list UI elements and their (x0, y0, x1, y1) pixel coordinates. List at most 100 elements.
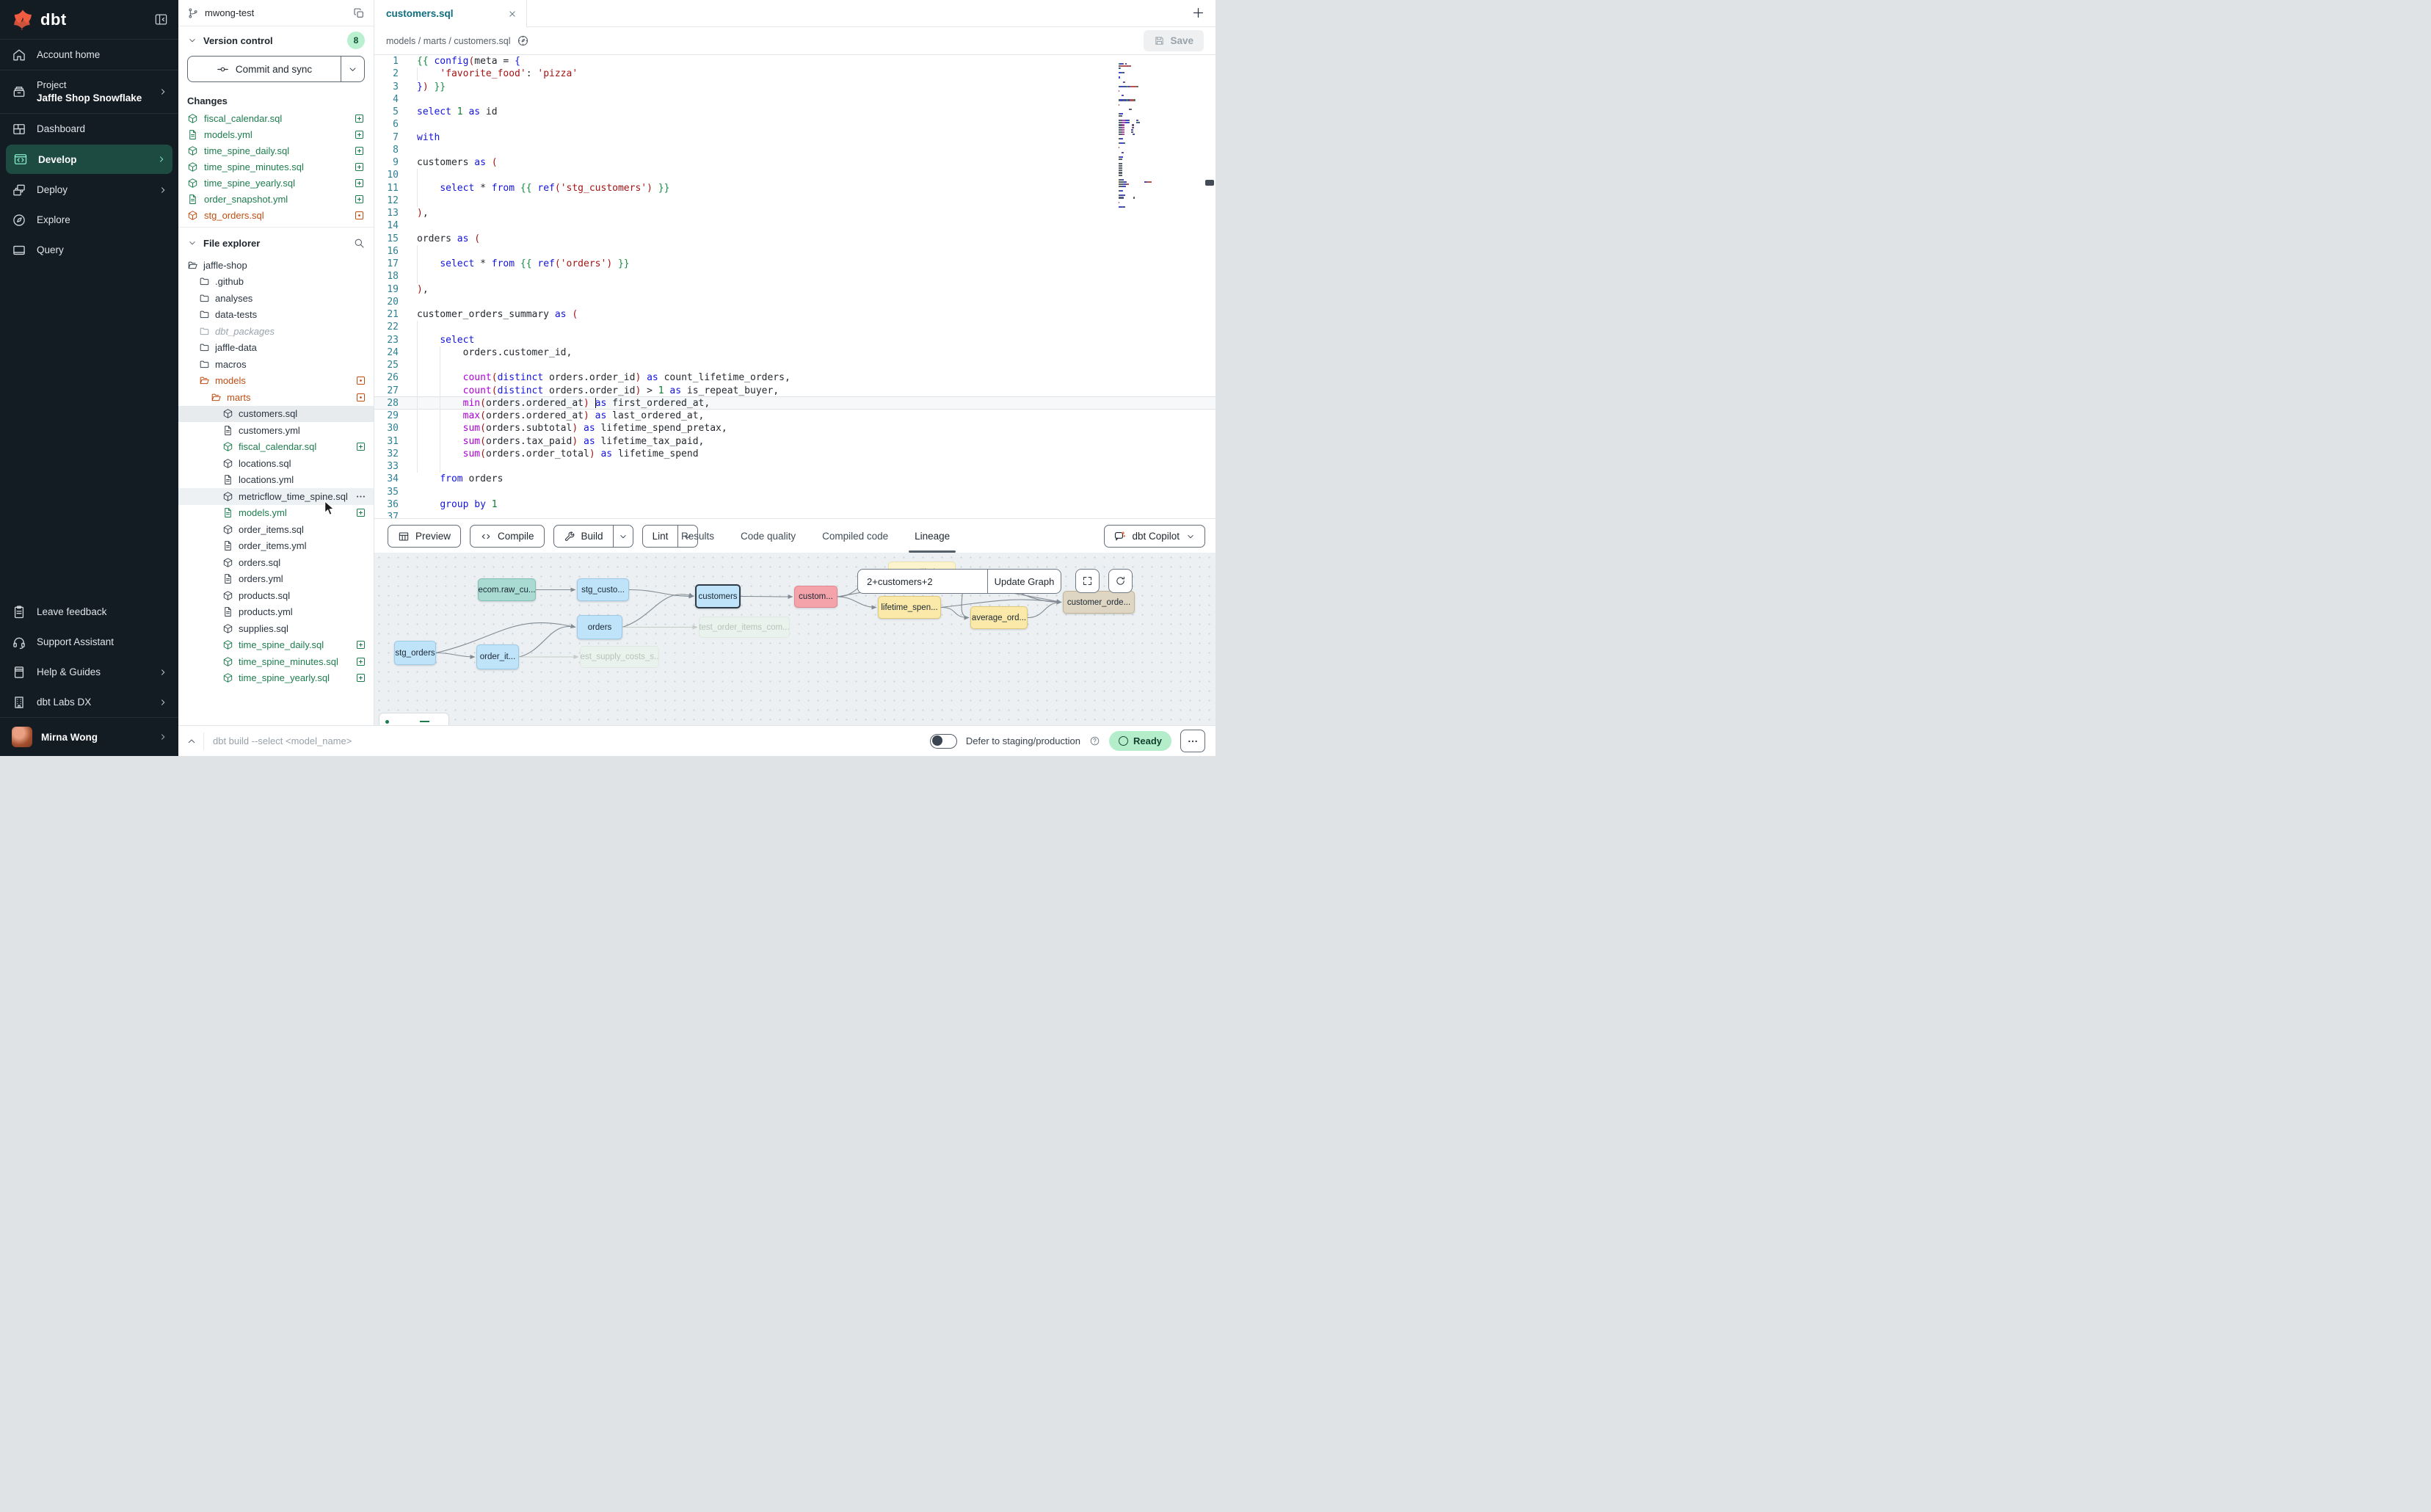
tab-customers-sql[interactable]: customers.sql (374, 0, 527, 27)
tree-item-locations-yml[interactable]: locations.yml (178, 472, 374, 489)
sidebar-item-dashboard[interactable]: Dashboard (0, 114, 178, 144)
lineage-node-stg_customers[interactable]: stg_custo... (577, 578, 629, 601)
copilot-compass-icon[interactable] (517, 34, 529, 47)
tree-item-jaffle-shop[interactable]: jaffle-shop (178, 257, 374, 274)
change-row[interactable]: time_spine_minutes.sql (178, 159, 374, 175)
tree-item-dbt-packages[interactable]: dbt_packages (178, 323, 374, 340)
lineage-canvas[interactable]: 2+customers+2 Update Graph ecom.raw_cu..… (374, 553, 1216, 725)
tree-item-time-spine-yearly-sql[interactable]: time_spine_yearly.sql (178, 670, 374, 687)
change-row[interactable]: order_snapshot.yml (178, 191, 374, 207)
lineage-node-order_items[interactable]: order_it... (476, 644, 519, 669)
tab-lineage[interactable]: Lineage (915, 519, 950, 553)
build-options-caret[interactable] (613, 526, 633, 547)
lineage-filter-input[interactable]: 2+customers+2 (858, 570, 987, 593)
lineage-node-stg_orders[interactable]: stg_orders (394, 641, 436, 665)
command-input[interactable]: dbt build --select <model_name> (213, 735, 352, 746)
dbt-copilot-button[interactable]: dbt Copilot (1104, 525, 1205, 548)
sidebar-item-account-home[interactable]: Account home (0, 40, 178, 70)
lineage-node-test_order_items[interactable]: test_order_items_com... (699, 617, 790, 638)
zoom-out-icon[interactable] (420, 721, 429, 723)
new-tab-button[interactable] (1191, 6, 1205, 20)
change-row[interactable]: time_spine_yearly.sql (178, 175, 374, 191)
stage-plus-icon[interactable] (355, 639, 366, 650)
tab-compiled-code[interactable]: Compiled code (822, 519, 888, 553)
tree-item-products-yml[interactable]: products.yml (178, 604, 374, 621)
sidebar-item-deploy[interactable]: Deploy (0, 175, 178, 205)
tree-item-time-spine-daily-sql[interactable]: time_spine_daily.sql (178, 637, 374, 654)
file-explorer-header[interactable]: File explorer (178, 229, 374, 257)
stage-plus-icon[interactable] (355, 441, 366, 452)
tree-item-customers-sql[interactable]: customers.sql (178, 406, 374, 423)
kebab-icon[interactable] (355, 491, 366, 502)
change-row[interactable]: fiscal_calendar.sql (178, 110, 374, 126)
lineage-node-orders[interactable]: orders (577, 615, 622, 639)
minimap[interactable] (1119, 59, 1174, 204)
lineage-node-ecom[interactable]: ecom.raw_cu... (478, 578, 536, 601)
sidebar-item-help-guides[interactable]: Help & Guides (0, 657, 178, 687)
commit-and-sync-button[interactable]: Commit and sync (187, 56, 365, 82)
code-pane[interactable]: {{ config(meta = { 'favorite_food': 'piz… (408, 55, 1216, 518)
close-icon[interactable] (507, 9, 517, 19)
tree-item-marts[interactable]: marts (178, 389, 374, 406)
update-graph-button[interactable]: Update Graph (987, 570, 1061, 593)
lineage-node-customer_conv[interactable]: custom... (794, 586, 837, 608)
tree-item-models-yml[interactable]: models.yml (178, 505, 374, 522)
stage-plus-icon[interactable] (355, 507, 366, 518)
stage-plus-icon[interactable] (355, 672, 366, 683)
stage-plus-icon[interactable] (354, 145, 365, 156)
modified-dot-icon[interactable] (355, 392, 366, 403)
search-icon[interactable] (353, 237, 365, 249)
sidebar-item-project[interactable]: ProjectJaffle Shop Snowflake (0, 70, 178, 113)
stage-plus-icon[interactable] (355, 656, 366, 667)
change-row[interactable]: models.yml (178, 126, 374, 142)
tree-item-models[interactable]: models (178, 373, 374, 390)
preview-button[interactable]: Preview (388, 525, 461, 548)
chevron-up-icon[interactable] (186, 735, 197, 747)
change-row[interactable]: time_spine_daily.sql (178, 142, 374, 159)
tree-item--github[interactable]: .github (178, 274, 374, 291)
sidebar-collapse-icon[interactable] (154, 12, 168, 26)
sidebar-item-dbt-labs-dx[interactable]: dbt Labs DX (0, 687, 178, 717)
copy-branch-icon[interactable] (353, 7, 365, 19)
code-editor[interactable]: 1234567891011121314151617181920212223242… (374, 55, 1216, 518)
tree-item-orders-sql[interactable]: orders.sql (178, 554, 374, 571)
tree-item-fiscal-calendar-sql[interactable]: fiscal_calendar.sql (178, 439, 374, 456)
compile-button[interactable]: Compile (470, 525, 545, 548)
tree-item-macros[interactable]: macros (178, 356, 374, 373)
tree-item-jaffle-data[interactable]: jaffle-data (178, 340, 374, 357)
stage-plus-icon[interactable] (354, 178, 365, 189)
refresh-graph-button[interactable] (1108, 569, 1133, 593)
build-button[interactable]: Build (553, 525, 633, 548)
stage-plus-icon[interactable] (354, 161, 365, 172)
sidebar-item-leave-feedback[interactable]: Leave feedback (0, 597, 178, 627)
tree-item-metricflow-time-spine-sql[interactable]: metricflow_time_spine.sql (178, 488, 374, 505)
tree-item-supplies-sql[interactable]: supplies.sql (178, 620, 374, 637)
tree-item-order-items-sql[interactable]: order_items.sql (178, 521, 374, 538)
version-control-header[interactable]: Version control 8 (178, 26, 374, 54)
tab-results[interactable]: Results (681, 519, 714, 553)
tree-item-customers-yml[interactable]: customers.yml (178, 422, 374, 439)
lineage-node-average_order[interactable]: average_ord... (970, 606, 1028, 629)
more-options-button[interactable] (1180, 730, 1205, 752)
sidebar-item-explore[interactable]: Explore (0, 205, 178, 235)
defer-toggle[interactable] (930, 734, 957, 749)
tree-item-data-tests[interactable]: data-tests (178, 307, 374, 324)
tab-code-quality[interactable]: Code quality (741, 519, 796, 553)
editor-scrollbar[interactable] (1205, 180, 1214, 186)
sidebar-item-develop[interactable]: Develop (6, 145, 172, 174)
lineage-zoom-control[interactable] (379, 713, 449, 725)
tree-item-analyses[interactable]: analyses (178, 290, 374, 307)
modified-dot-icon[interactable] (354, 210, 365, 221)
lineage-node-test_supply[interactable]: test_supply_costs_s... (580, 646, 659, 668)
tree-item-order-items-yml[interactable]: order_items.yml (178, 538, 374, 555)
lineage-node-customer_orders[interactable]: customer_orde... (1063, 591, 1135, 614)
lineage-node-lifetime_spend[interactable]: lifetime_spen... (878, 596, 941, 619)
stage-plus-icon[interactable] (354, 129, 365, 140)
commit-options-caret[interactable] (341, 57, 364, 81)
stage-plus-icon[interactable] (354, 194, 365, 205)
tree-item-products-sql[interactable]: products.sql (178, 587, 374, 604)
sidebar-user[interactable]: Mirna Wong (0, 718, 178, 756)
fullscreen-button[interactable] (1075, 569, 1100, 593)
sidebar-item-query[interactable]: Query (0, 235, 178, 265)
modified-dot-icon[interactable] (355, 375, 366, 386)
